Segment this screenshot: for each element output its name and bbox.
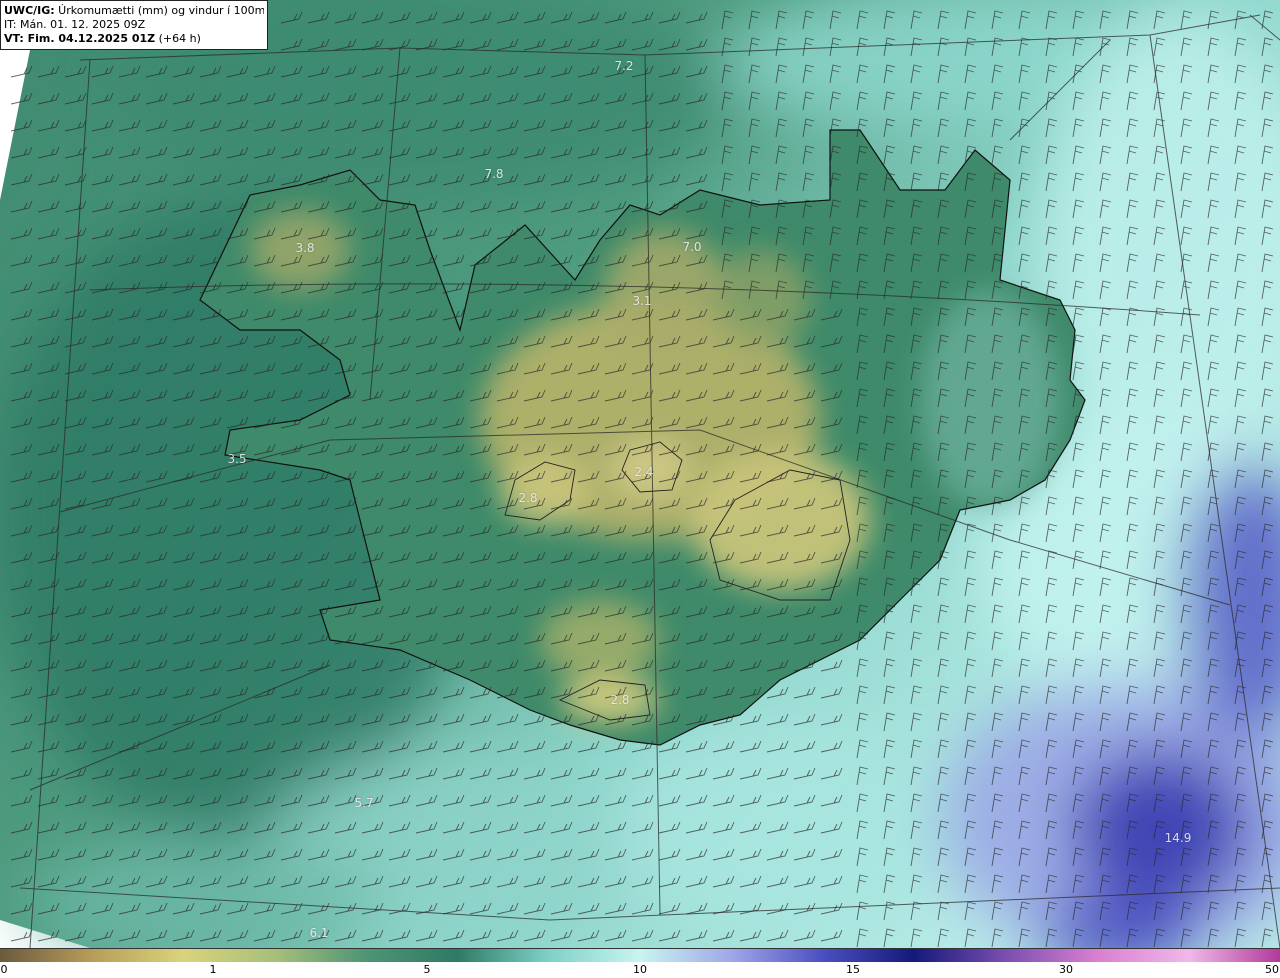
valid-time-line: VT: Fim. 04.12.2025 01Z (+64 h) bbox=[4, 32, 264, 46]
lead-time: (+64 h) bbox=[155, 32, 201, 45]
precip-value-label: 5.7 bbox=[354, 796, 374, 810]
color-scale-tick: 30 bbox=[1059, 963, 1073, 976]
precip-value-label: 7.0 bbox=[682, 240, 702, 254]
precip-value-label: 7.8 bbox=[484, 167, 504, 181]
color-scale-tick: 5 bbox=[423, 963, 431, 976]
info-box: UWC/IG: Úrkomumætti (mm) og vindur í 100… bbox=[0, 0, 268, 50]
init-time: IT: Mán. 01. 12. 2025 09Z bbox=[4, 18, 146, 31]
model-name: UWC/IG: bbox=[4, 4, 55, 17]
wind-barb bbox=[10, 929, 33, 942]
precip-value-label: 14.9 bbox=[1164, 831, 1192, 845]
precip-value-label: 3.5 bbox=[227, 452, 247, 466]
color-scale-tick: 1 bbox=[209, 963, 217, 976]
info-title-line: UWC/IG: Úrkomumætti (mm) og vindur í 100… bbox=[4, 4, 264, 18]
precip-value-label: 2.8 bbox=[610, 693, 630, 707]
valid-time: VT: Fim. 04.12.2025 01Z bbox=[4, 32, 156, 45]
precip-value-label: 7.2 bbox=[614, 59, 634, 73]
precip-value-label: 3.8 bbox=[295, 241, 315, 255]
precip-value-label: 2.4 bbox=[634, 465, 654, 479]
color-scale-tick: 0 bbox=[0, 963, 8, 976]
map-area[interactable]: 7.2 7.8 3.8 7.0 3.1 3.5 2.4 2.8 2.8 5.7 14.9 6.1 UW… bbox=[0, 0, 1280, 948]
color-scale-bar bbox=[0, 948, 1280, 962]
precip-value-label: 2.8 bbox=[518, 491, 538, 505]
color-scale-labels: 0 1 5 10 15 30 50 bbox=[0, 962, 1280, 978]
color-scale-tick: 10 bbox=[633, 963, 647, 976]
product-title: Úrkomumætti (mm) og vindur í 100m hæð bbox=[58, 4, 264, 17]
color-scale-tick: 50 bbox=[1265, 963, 1279, 976]
precip-value-label: 3.1 bbox=[632, 294, 652, 308]
color-scale-tick: 15 bbox=[846, 963, 860, 976]
precip-value-label: 6.1 bbox=[309, 926, 329, 940]
